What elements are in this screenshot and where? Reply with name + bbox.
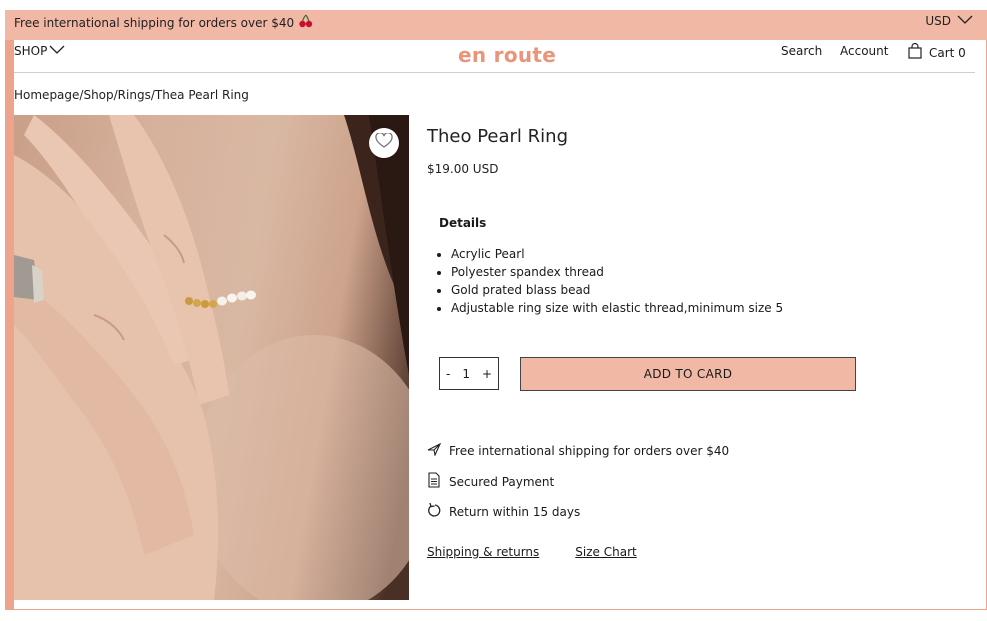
cherry-icon bbox=[298, 14, 314, 31]
plane-icon bbox=[427, 442, 442, 459]
heart-icon bbox=[375, 132, 393, 153]
quantity-stepper: - 1 + bbox=[439, 357, 499, 390]
chevron-down-icon bbox=[957, 14, 973, 28]
quantity-value[interactable]: 1 bbox=[462, 367, 470, 381]
shopping-bag-icon bbox=[907, 42, 923, 62]
site-logo[interactable]: en route bbox=[458, 43, 556, 67]
size-chart-link[interactable]: Size Chart bbox=[575, 545, 636, 559]
shipping-returns-link[interactable]: Shipping & returns bbox=[427, 545, 539, 559]
perk-text: Return within 15 days bbox=[449, 504, 581, 519]
details-heading: Details bbox=[439, 216, 487, 230]
account-link[interactable]: Account bbox=[840, 44, 888, 58]
favorite-button[interactable] bbox=[369, 128, 399, 158]
chevron-down-icon bbox=[49, 44, 65, 58]
perk-return: Return within 15 days bbox=[427, 502, 580, 521]
add-to-cart-button[interactable]: ADD TO CARD bbox=[520, 357, 856, 391]
perk-payment: Secured Payment bbox=[427, 472, 554, 491]
announcement-bar: Free international shipping for orders o… bbox=[5, 10, 987, 40]
currency-label: USD bbox=[925, 14, 951, 28]
perk-shipping: Free international shipping for orders o… bbox=[427, 442, 729, 459]
details-list: Acrylic Pearl Polyester spandex thread G… bbox=[433, 245, 783, 317]
shop-menu[interactable]: SHOP bbox=[14, 44, 65, 58]
list-item: Acrylic Pearl bbox=[451, 245, 783, 263]
product-price: $19.00 USD bbox=[427, 162, 499, 176]
breadcrumb[interactable]: Homepage/Shop/Rings/Thea Pearl Ring bbox=[14, 88, 249, 102]
quantity-decrease-button[interactable]: - bbox=[446, 367, 450, 381]
document-icon bbox=[427, 472, 441, 491]
perk-text: Secured Payment bbox=[449, 474, 555, 489]
main-nav: SHOP en route Search Account Cart 0 bbox=[14, 42, 975, 73]
product-photo bbox=[14, 115, 409, 600]
cart-link[interactable]: Cart 0 bbox=[907, 42, 966, 62]
list-item: Adjustable ring size with elastic thread… bbox=[451, 299, 783, 317]
product-title: Theo Pearl Ring bbox=[427, 126, 568, 147]
cart-label: Cart 0 bbox=[929, 45, 966, 60]
search-link[interactable]: Search bbox=[781, 44, 822, 58]
quantity-increase-button[interactable]: + bbox=[482, 367, 492, 381]
announcement: Free international shipping for orders o… bbox=[14, 14, 314, 31]
perk-text: Free international shipping for orders o… bbox=[449, 443, 730, 458]
info-links: Shipping & returns Size Chart bbox=[427, 545, 637, 559]
list-item: Polyester spandex thread bbox=[451, 263, 783, 281]
shop-label: SHOP bbox=[14, 44, 48, 58]
currency-selector[interactable]: USD bbox=[925, 14, 973, 28]
list-item: Gold prated blass bead bbox=[451, 281, 783, 299]
announcement-text: Free international shipping for orders o… bbox=[14, 15, 295, 30]
return-icon bbox=[427, 502, 441, 521]
